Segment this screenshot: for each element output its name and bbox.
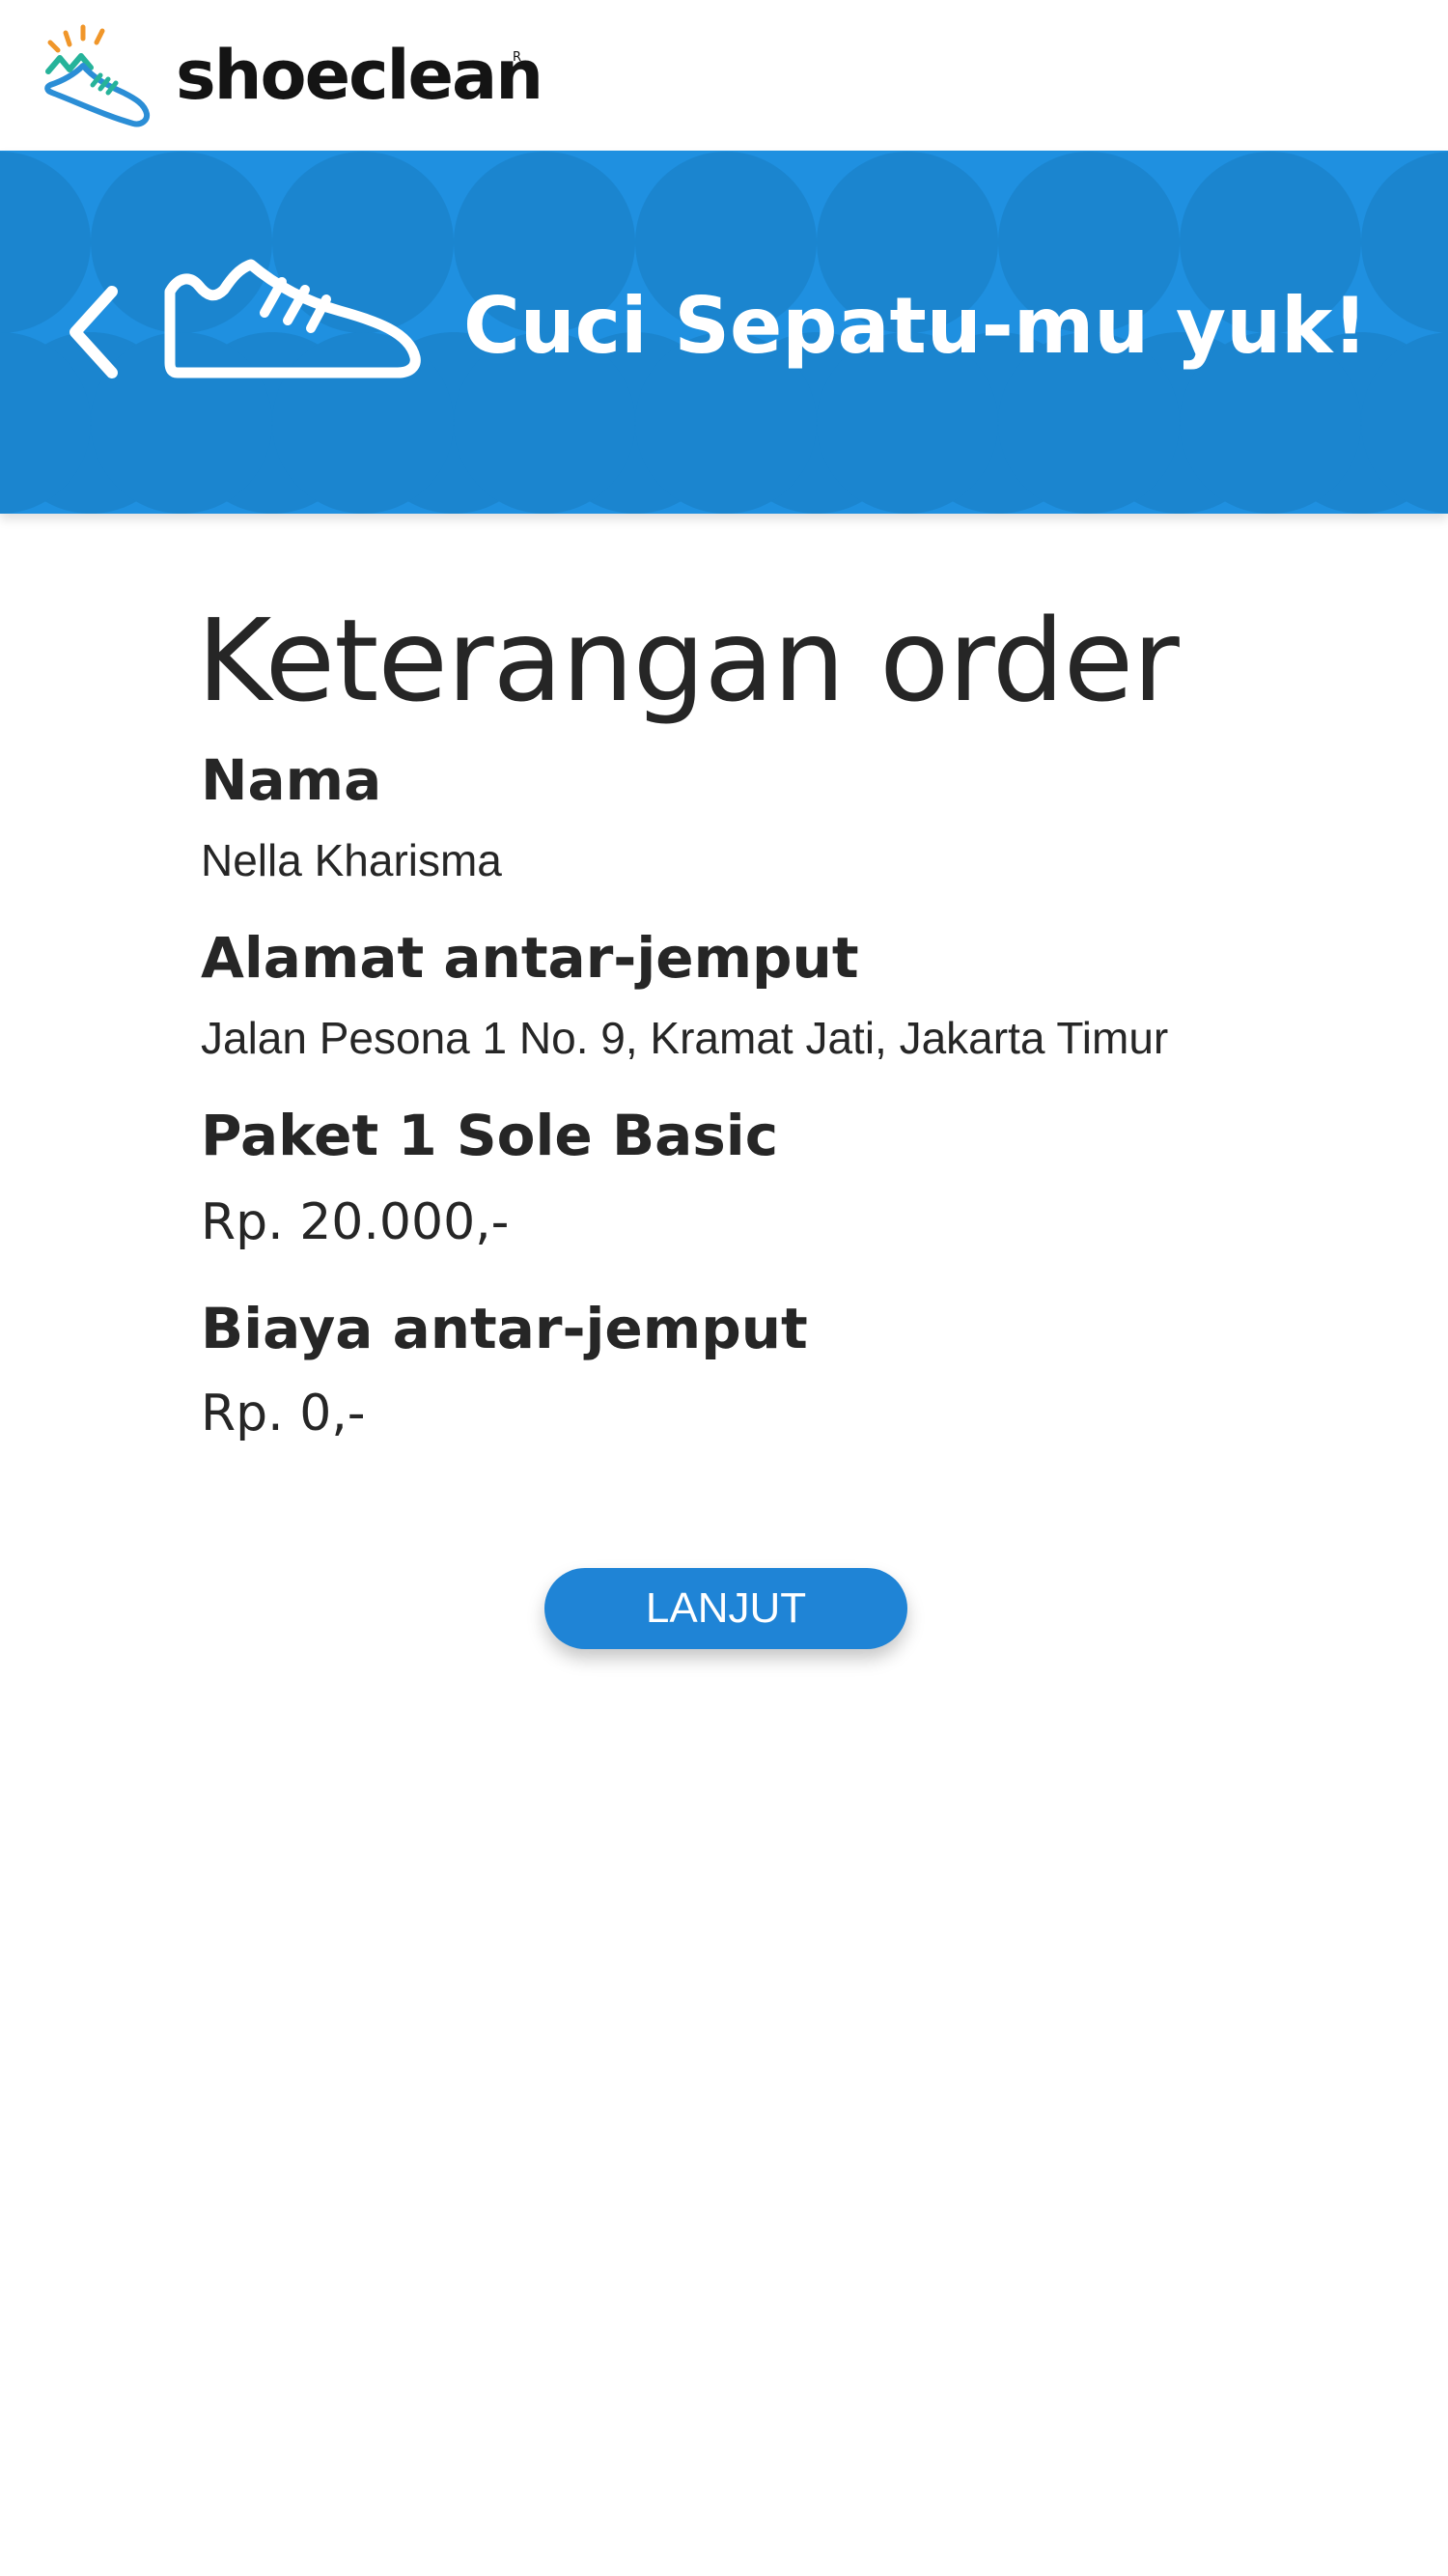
name-label: Nama	[201, 747, 382, 813]
registered-mark: R	[513, 50, 522, 65]
pickup-address-value: Jalan Pesona 1 No. 9, Kramat Jati, Jakar…	[201, 1013, 1169, 1063]
package-price-value: Rp. 20.000,-	[201, 1193, 510, 1251]
pickup-address-label: Alamat antar-jemput	[201, 925, 859, 991]
package-label: Paket 1 Sole Basic	[201, 1103, 779, 1168]
name-value: Nella Kharisma	[201, 835, 502, 885]
brand-logo-text: shoeclean	[176, 36, 543, 115]
next-button[interactable]: LANJUT	[544, 1568, 907, 1649]
sneaker-icon	[164, 259, 421, 378]
page-title: Keterangan order	[197, 594, 1180, 727]
page-banner: Cuci Sepatu-mu yuk!	[0, 151, 1448, 514]
app-header: shoeclean R	[0, 0, 1448, 151]
banner-title: Cuci Sepatu-mu yuk!	[463, 281, 1368, 371]
chevron-left-icon[interactable]	[62, 278, 129, 386]
pickup-fee-value: Rp. 0,-	[201, 1385, 366, 1442]
shoe-logo-icon	[44, 24, 151, 127]
pickup-fee-label: Biaya antar-jemput	[201, 1296, 808, 1361]
